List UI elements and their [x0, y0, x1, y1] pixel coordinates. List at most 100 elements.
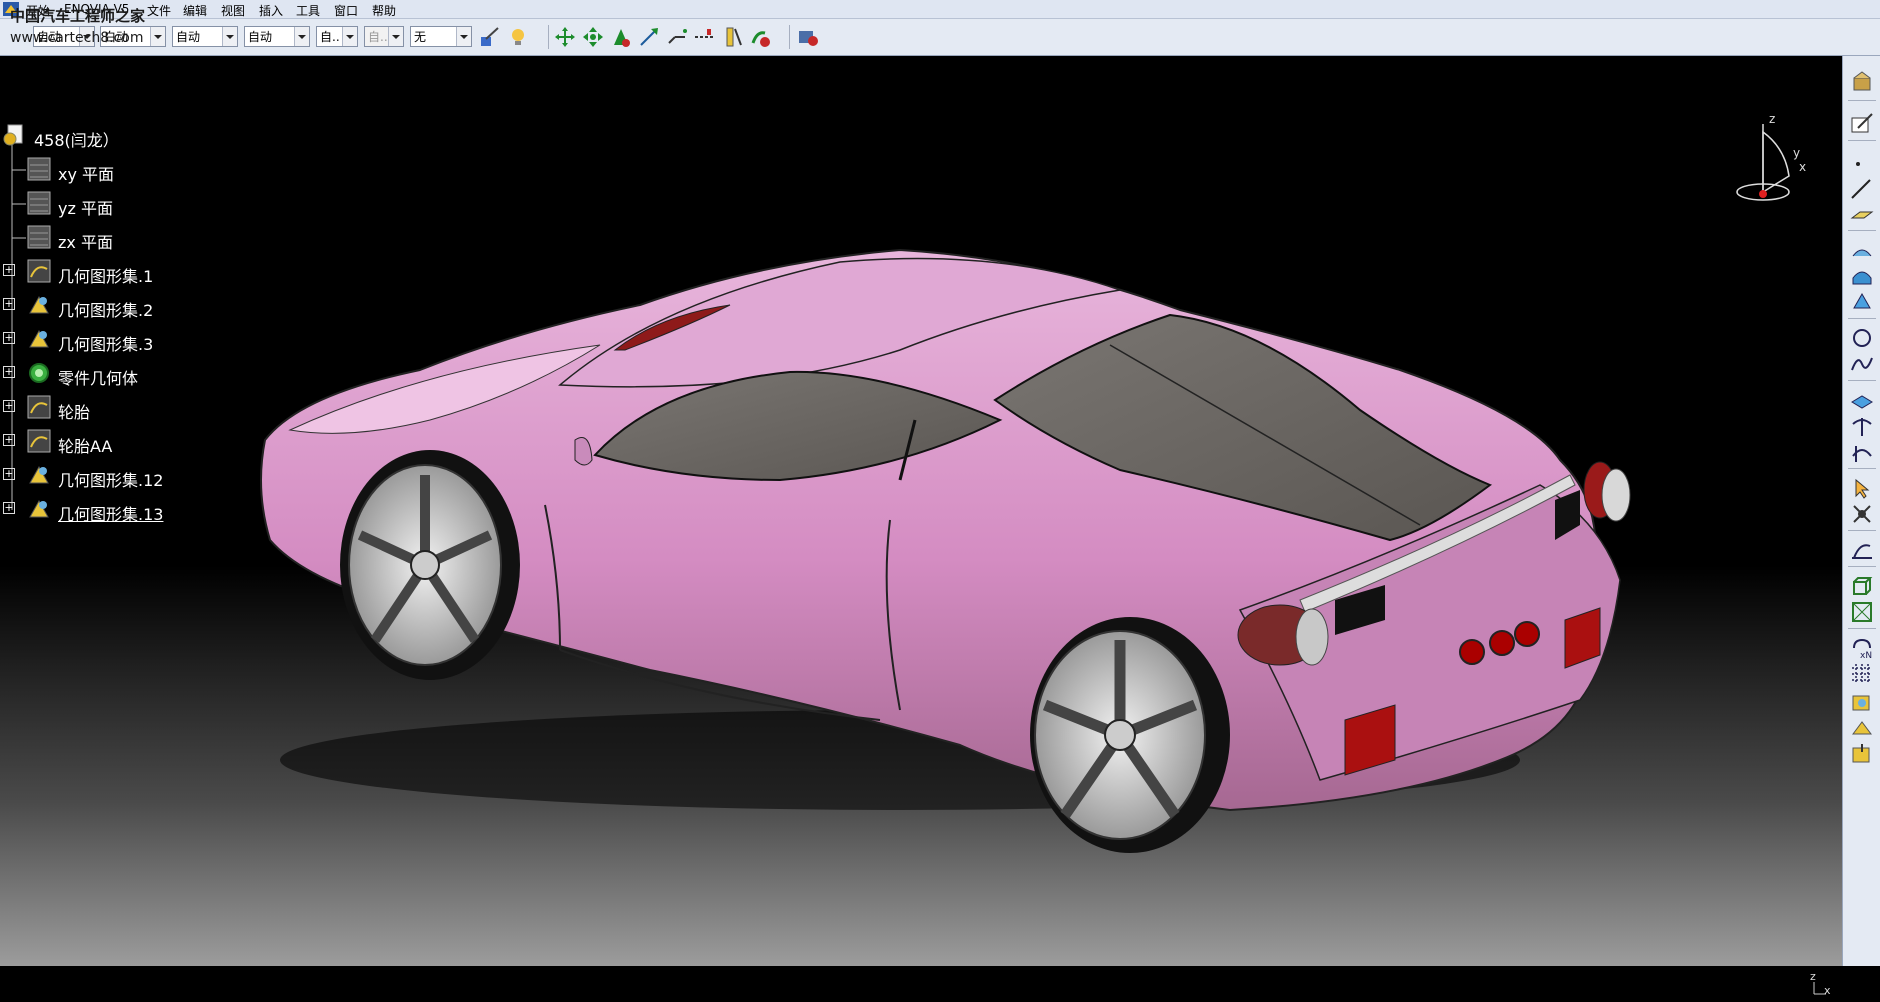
trim-icon[interactable]	[1850, 440, 1874, 464]
toolbar-divider	[1848, 230, 1876, 231]
toolbar-divider	[789, 25, 790, 49]
spline-icon[interactable]	[1850, 352, 1874, 376]
sketch-icon[interactable]	[1850, 112, 1874, 136]
tree-item-xy-plane[interactable]: xy 平面	[0, 156, 260, 184]
chevron-down-icon	[456, 27, 471, 46]
toolbar-divider	[1848, 468, 1876, 469]
expand-icon[interactable]: +	[3, 502, 15, 514]
scan-icon[interactable]	[1850, 742, 1874, 766]
select-icon[interactable]	[1850, 476, 1874, 500]
surface-icon[interactable]	[1850, 264, 1874, 288]
right-toolbar: xN	[1842, 56, 1880, 966]
chevron-down-icon	[342, 27, 357, 46]
geometric-set-icon	[27, 429, 51, 453]
geo-set-icon[interactable]	[1850, 690, 1874, 714]
expand-icon[interactable]: +	[3, 298, 15, 310]
toolbar-divider	[1848, 318, 1876, 319]
toolbar-divider	[1848, 100, 1876, 101]
tree-item-geometric-set-3[interactable]: + 几何图形集.3	[0, 326, 260, 354]
part-body-icon	[27, 361, 51, 385]
menu-file[interactable]: 文件	[147, 2, 171, 19]
expand-icon[interactable]: +	[3, 332, 15, 344]
tree-item-yz-plane[interactable]: yz 平面	[0, 190, 260, 218]
transform-icon[interactable]	[1850, 502, 1874, 526]
wireframe-icon[interactable]	[1850, 600, 1874, 624]
geometric-set-icon	[27, 395, 51, 419]
expand-icon[interactable]: +	[3, 468, 15, 480]
expand-icon[interactable]: +	[3, 434, 15, 446]
geometric-set-icon	[27, 327, 51, 351]
part-document-icon	[2, 123, 26, 147]
chevron-down-icon	[388, 27, 403, 46]
tree-item-tire[interactable]: + 轮胎	[0, 394, 260, 422]
line-weight-combo[interactable]: 自..	[316, 26, 358, 47]
box-icon[interactable]	[1850, 574, 1874, 598]
expand-icon[interactable]: +	[3, 264, 15, 276]
toolbar-divider	[548, 25, 549, 49]
chevron-down-icon	[294, 27, 309, 46]
cut-icon[interactable]	[665, 25, 689, 49]
menu-help[interactable]: 帮助	[372, 2, 396, 19]
toolbar-divider	[1848, 566, 1876, 567]
render-icon[interactable]	[796, 25, 820, 49]
axis-system-indicator: z x	[1810, 970, 1834, 998]
point-icon[interactable]	[1850, 148, 1874, 172]
menu-edit[interactable]: 编辑	[183, 2, 207, 19]
tree-item-geometric-set-13[interactable]: + 几何图形集.13	[0, 496, 260, 524]
law-icon[interactable]	[1850, 538, 1874, 562]
3d-viewport[interactable]: 458(闫龙） xy 平面 yz 平面 zx 平面 + 几何图形集.1 + 几何…	[0, 56, 1842, 997]
pan-icon[interactable]	[553, 25, 577, 49]
hide-icon[interactable]	[749, 25, 773, 49]
expand-icon[interactable]: +	[3, 400, 15, 412]
watermark-title: 中国汽车工程师之家	[10, 7, 146, 25]
tree-item-geometric-set-2[interactable]: + 几何图形集.2	[0, 292, 260, 320]
insert-body-icon[interactable]	[1850, 716, 1874, 740]
toolbar-divider	[1848, 530, 1876, 531]
menu-insert[interactable]: 插入	[259, 2, 283, 19]
grid-icon[interactable]	[1850, 662, 1874, 686]
toolbar-divider	[1848, 628, 1876, 629]
workbench-icon[interactable]	[1850, 70, 1874, 94]
geometric-set-icon	[27, 293, 51, 317]
extrude-icon[interactable]	[1850, 238, 1874, 262]
plane-icon	[27, 157, 51, 181]
layer-combo[interactable]: 无	[410, 26, 472, 47]
toolbar-divider	[1848, 380, 1876, 381]
repeat-icon[interactable]: xN	[1850, 636, 1874, 661]
tree-item-geometric-set-12[interactable]: + 几何图形集.12	[0, 462, 260, 490]
menu-view[interactable]: 视图	[221, 2, 245, 19]
circle-icon[interactable]	[1850, 326, 1874, 350]
menu-window[interactable]: 窗口	[334, 2, 358, 19]
join-icon[interactable]	[1850, 388, 1874, 412]
tree-item-zx-plane[interactable]: zx 平面	[0, 224, 260, 252]
tree-root[interactable]: 458(闫龙）	[0, 122, 260, 150]
bulb-icon[interactable]	[506, 25, 530, 49]
normal-view-icon[interactable]	[637, 25, 661, 49]
svg-text:xN: xN	[1860, 651, 1872, 660]
line-color-combo[interactable]: 自动	[172, 26, 238, 47]
toolbar-divider	[1848, 140, 1876, 141]
watermark-url: www.cartech8.com	[10, 30, 144, 46]
tree-item-part-body[interactable]: + 零件几何体	[0, 360, 260, 388]
graphic-properties-toolbar: 自动 白动 自动 自动 自.. 自.. 无	[0, 19, 1880, 56]
point-symbol-combo[interactable]: 自..	[364, 26, 404, 47]
menu-tools[interactable]: 工具	[296, 2, 320, 19]
zoom-icon[interactable]	[609, 25, 633, 49]
specification-tree: 458(闫龙） xy 平面 yz 平面 zx 平面 + 几何图形集.1 + 几何…	[0, 118, 260, 538]
line-icon[interactable]	[1850, 176, 1874, 200]
fit-all-icon[interactable]	[581, 25, 605, 49]
measure-icon[interactable]	[693, 25, 717, 49]
car-model[interactable]	[0, 56, 1842, 966]
chevron-down-icon	[222, 27, 237, 46]
tree-item-geometric-set-1[interactable]: + 几何图形集.1	[0, 258, 260, 286]
plane-tool-icon[interactable]	[1850, 202, 1874, 226]
expand-icon[interactable]: +	[3, 366, 15, 378]
plane-icon	[27, 191, 51, 215]
compass-widget[interactable]: z y x	[1733, 112, 1813, 208]
line-type-combo[interactable]: 自动	[244, 26, 310, 47]
tree-item-tire-aa[interactable]: + 轮胎AA	[0, 428, 260, 456]
fill-icon[interactable]	[1850, 290, 1874, 314]
split-icon[interactable]	[1850, 414, 1874, 438]
painter-icon[interactable]	[478, 25, 502, 49]
ruler-icon[interactable]	[721, 25, 745, 49]
